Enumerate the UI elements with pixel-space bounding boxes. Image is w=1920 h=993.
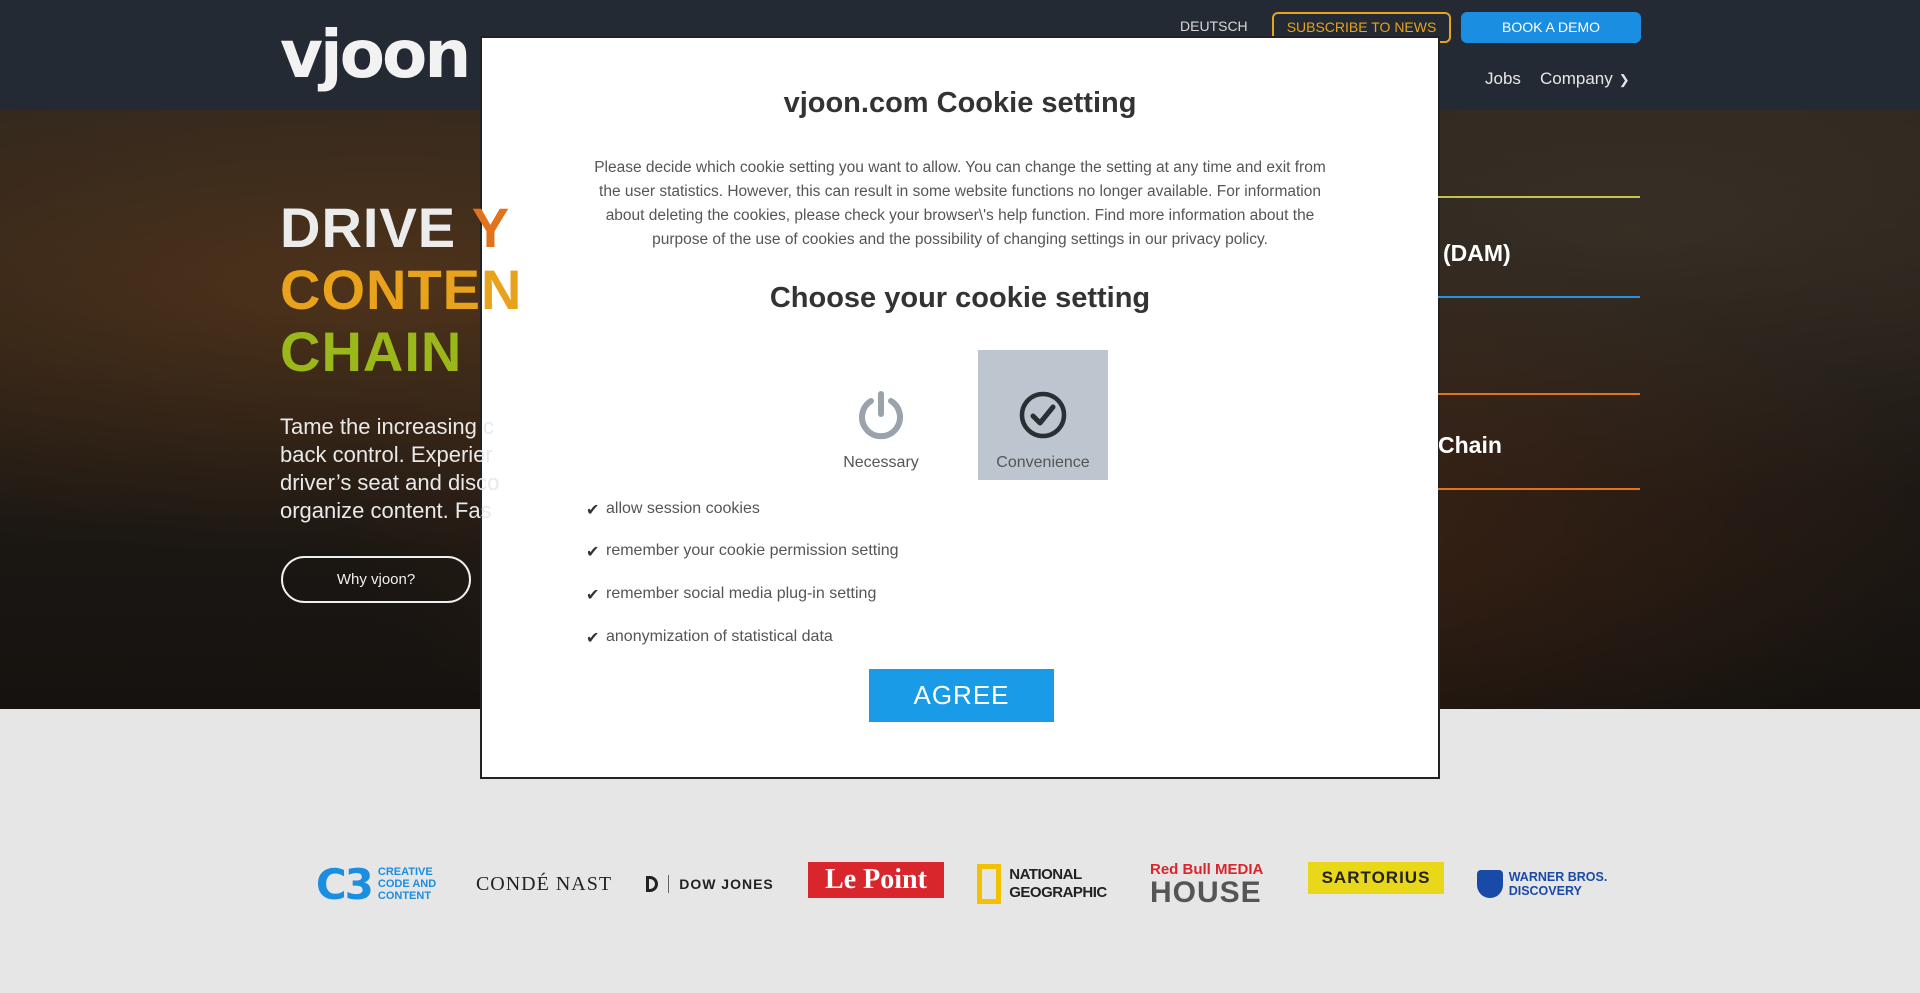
cookie-settings-dialog: vjoon.com Cookie setting Please decide w… (480, 36, 1440, 779)
hero-headline-line2: CONTEN (280, 258, 523, 321)
cookie-feature-label: remember your cookie permission setting (606, 542, 899, 559)
cookie-feature-item: ✔ allow session cookies (586, 500, 760, 520)
checkmark-circle-icon (1019, 391, 1067, 439)
cookie-option-necessary[interactable]: Necessary (816, 350, 946, 480)
cookie-option-convenience[interactable]: Convenience (978, 350, 1108, 480)
cookie-option-label: Convenience (996, 454, 1090, 471)
side-divider (1438, 488, 1640, 490)
cookie-dialog-title: vjoon.com Cookie setting (783, 87, 1137, 119)
check-icon: ✔ (586, 587, 600, 604)
side-divider (1438, 393, 1640, 395)
side-item-content-chain[interactable]: Chain (1438, 432, 1640, 459)
check-icon: ✔ (586, 502, 600, 519)
hero-text-line: Tame the increasing c (280, 414, 494, 439)
side-item-dam[interactable]: (DAM) (1443, 240, 1645, 267)
cookie-option-label: Necessary (843, 454, 919, 471)
check-icon: ✔ (586, 630, 600, 647)
hero-headline-line3: CHAIN (280, 320, 463, 383)
hero-description: Tame the increasing c back control. Expe… (280, 413, 520, 525)
cookie-feature-label: remember social media plug-in setting (606, 585, 877, 602)
cookie-feature-label: anonymization of statistical data (606, 628, 833, 645)
hero-text-line: driver’s seat and disco (280, 470, 500, 495)
cookie-dialog-description: Please decide which cookie setting you w… (594, 159, 1326, 248)
cookie-feature-item: ✔ anonymization of statistical data (586, 628, 833, 648)
check-icon: ✔ (586, 544, 600, 561)
hero-word-your: Y (471, 196, 511, 259)
cookie-feature-item: ✔ remember your cookie permission setting (586, 542, 899, 562)
cookie-dialog-subtitle: Choose your cookie setting (769, 282, 1151, 314)
hero-word-drive: DRIVE (280, 196, 457, 259)
cookie-feature-item: ✔ remember social media plug-in setting (586, 585, 876, 605)
hero-text-line: organize content. Fas (280, 498, 492, 523)
agree-button[interactable]: AGREE (869, 669, 1054, 722)
why-vjoon-button[interactable]: Why vjoon? (281, 556, 471, 603)
cookie-feature-label: allow session cookies (606, 500, 760, 517)
side-divider (1438, 296, 1640, 298)
side-divider (1438, 196, 1640, 198)
hero-headline-line1: DRIVE Y (280, 200, 510, 256)
power-icon (859, 391, 903, 440)
hero-text-line: back control. Experier (280, 442, 493, 467)
